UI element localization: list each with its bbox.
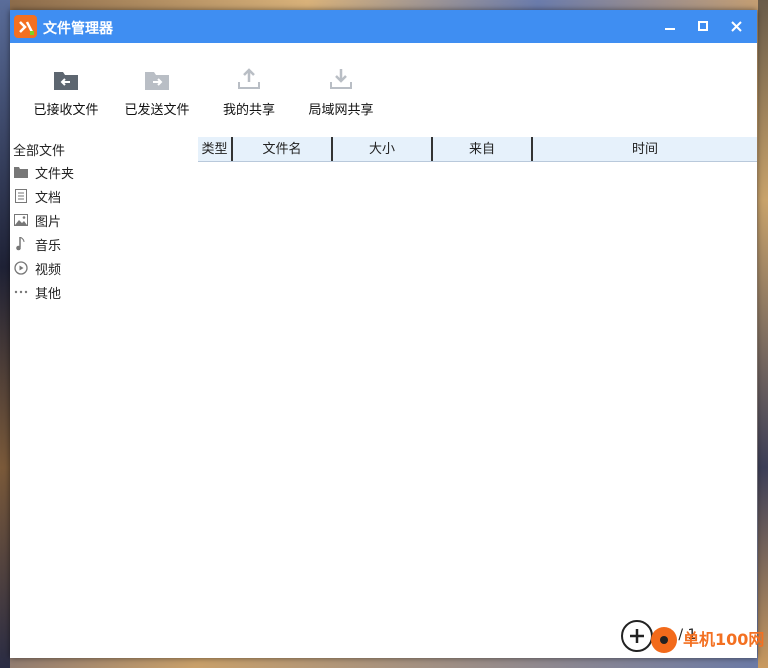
folder-icon (13, 164, 29, 180)
sidebar-item-label: 视频 (35, 262, 62, 278)
lan-share-label: 局域网共享 (308, 103, 374, 118)
my-share-button[interactable]: 我的共享 (209, 65, 289, 120)
close-button[interactable] (725, 16, 747, 36)
maximize-icon (698, 21, 708, 31)
app-logo-icon (14, 15, 37, 38)
sidebar-item-music[interactable]: 音乐 (13, 233, 183, 255)
received-files-button[interactable]: 已接收文件 (26, 65, 106, 120)
toolbar: 已接收文件 已发送文件 我的共享 局域网共享 (10, 43, 757, 123)
table-header: 类型 文件名 大小 来自 时间 (198, 137, 757, 162)
column-header-filename[interactable]: 文件名 (233, 137, 333, 161)
sidebar-item-label: 其他 (35, 286, 62, 302)
sidebar-item-images[interactable]: 图片 (13, 209, 183, 231)
sidebar-item-other[interactable]: 其他 (13, 281, 183, 303)
download-lan-icon (330, 69, 352, 89)
watermark-text: 单机100网 (683, 630, 765, 649)
my-share-label: 我的共享 (222, 103, 275, 118)
sidebar-item-video[interactable]: 视频 (13, 257, 183, 279)
sidebar-item-label: 音乐 (35, 238, 62, 254)
minimize-icon (665, 28, 675, 30)
file-manager-window: 文件管理器 已接收文件 已发送文件 我的共享 局域网共享 全部文件 文件夹 文档… (10, 10, 757, 658)
close-icon (730, 20, 742, 32)
all-files-heading[interactable]: 全部文件 (13, 140, 65, 159)
minimize-button[interactable] (659, 16, 681, 36)
window-title: 文件管理器 (43, 21, 113, 37)
received-files-label: 已接收文件 (33, 103, 99, 118)
column-header-time[interactable]: 时间 (533, 137, 757, 161)
music-icon (13, 236, 29, 252)
sent-files-label: 已发送文件 (124, 103, 190, 118)
column-header-type[interactable]: 类型 (198, 137, 233, 161)
watermark-subtext: danji100.com (684, 648, 752, 659)
file-table: 类型 文件名 大小 来自 时间 (198, 137, 757, 162)
desktop-background-top (0, 0, 768, 10)
video-icon (13, 260, 29, 276)
sidebar-item-label: 图片 (35, 214, 62, 230)
desktop-background-left (0, 0, 10, 668)
title-bar[interactable]: 文件管理器 (10, 10, 757, 43)
sidebar-item-label: 文件夹 (35, 166, 75, 182)
desktop-background-right (758, 0, 768, 668)
lan-share-button[interactable]: 局域网共享 (301, 65, 381, 120)
folder-send-icon (145, 72, 169, 90)
upload-share-icon (238, 68, 260, 89)
sidebar-item-documents[interactable]: 文档 (13, 185, 183, 207)
column-header-from[interactable]: 来自 (433, 137, 533, 161)
column-header-size[interactable]: 大小 (333, 137, 433, 161)
image-icon (13, 212, 29, 228)
maximize-button[interactable] (692, 16, 714, 36)
sidebar-item-label: 文档 (35, 190, 62, 206)
more-icon (13, 284, 29, 300)
document-icon (13, 188, 29, 204)
folder-receive-icon (54, 72, 78, 90)
sidebar-item-folders[interactable]: 文件夹 (13, 161, 183, 183)
sent-files-button[interactable]: 已发送文件 (117, 65, 197, 120)
